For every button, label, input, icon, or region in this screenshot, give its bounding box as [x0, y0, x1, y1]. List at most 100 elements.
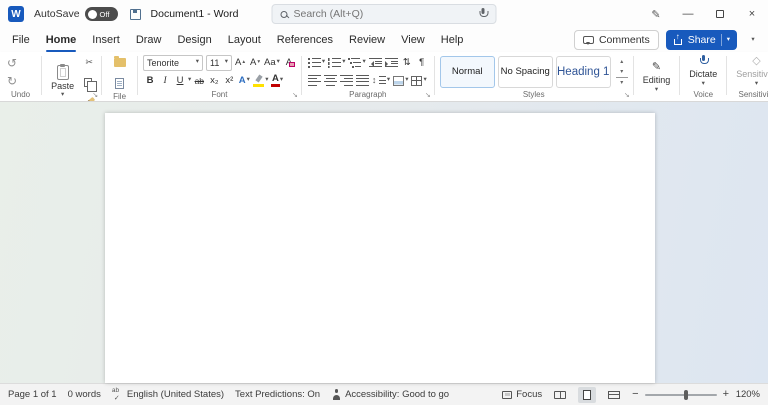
chevron-down-icon: ▾ [265, 77, 268, 84]
font-name-combobox[interactable]: Tenorite▾ [143, 55, 203, 71]
tab-home[interactable]: Home [38, 28, 85, 52]
borders-button[interactable]: ▾ [410, 73, 427, 89]
search-bar[interactable] [272, 4, 497, 24]
zoom-level[interactable]: 120% [735, 389, 760, 400]
file-document-button[interactable] [113, 75, 127, 91]
tab-design[interactable]: Design [169, 28, 219, 52]
page-info[interactable]: Page 1 of 1 [8, 389, 57, 400]
tab-file[interactable]: File [4, 28, 38, 52]
save-icon[interactable] [130, 9, 141, 20]
word-logo-letter: W [11, 9, 20, 20]
autosave-toggle[interactable]: Off [85, 7, 118, 21]
tab-help[interactable]: Help [433, 28, 472, 52]
chevron-down-icon: ▾ [280, 77, 283, 84]
underline-options-chevron[interactable]: ▾ [188, 77, 191, 84]
style-normal[interactable]: Normal [440, 56, 495, 88]
zoom-slider-thumb[interactable] [684, 390, 688, 400]
grow-font-button[interactable]: A▴ [233, 55, 247, 71]
zoom-in-button[interactable]: + [723, 389, 729, 400]
word-count[interactable]: 0 words [68, 389, 101, 400]
increase-indent-button[interactable] [384, 55, 399, 71]
tab-references[interactable]: References [269, 28, 341, 52]
search-input[interactable] [294, 8, 473, 20]
line-spacing-button[interactable]: ▾ [371, 73, 391, 89]
decrease-indent-button[interactable] [368, 55, 383, 71]
sensitivity-button[interactable]: ◇ Sensitivity ▾ [732, 54, 768, 89]
pen-icon[interactable]: ✎ [640, 0, 672, 28]
subscript-button[interactable]: x₂ [207, 73, 221, 89]
tab-review[interactable]: Review [341, 28, 393, 52]
redo-button[interactable]: ↻ [5, 73, 19, 88]
font-size-combobox[interactable]: 11▾ [206, 55, 232, 71]
strikethrough-button[interactable]: ab [192, 73, 206, 89]
open-file-button[interactable] [113, 54, 127, 70]
numbering-button[interactable]: ▾ [327, 55, 346, 71]
show-hide-marks-button[interactable]: ¶ [415, 55, 429, 71]
group-divider [41, 56, 42, 95]
shrink-font-button[interactable]: A▾ [248, 55, 262, 71]
font-color-button[interactable]: A▾ [271, 73, 285, 89]
align-left-button[interactable] [307, 73, 322, 89]
copy-button[interactable] [82, 74, 96, 90]
clear-formatting-button[interactable]: A [282, 55, 296, 71]
chevron-down-icon: ▾ [362, 59, 365, 66]
document-page[interactable] [105, 113, 655, 383]
tab-insert[interactable]: Insert [84, 28, 128, 52]
bullets-button[interactable]: ▾ [307, 55, 326, 71]
font-dialog-launcher[interactable]: ↘ [292, 92, 298, 99]
paste-button[interactable]: Paste ▾ [47, 64, 78, 100]
paragraph-dialog-launcher[interactable]: ↘ [425, 92, 431, 99]
accessibility-status[interactable]: Accessibility: Good to go [331, 389, 449, 400]
sort-button[interactable]: ⇅ [400, 55, 414, 71]
text-predictions-status[interactable]: Text Predictions: On [235, 389, 320, 400]
chevron-down-icon[interactable]: ▾ [727, 37, 730, 44]
group-clipboard: Paste ▾ ✂ Clipboard ↘ [44, 53, 99, 101]
styles-dialog-launcher[interactable]: ↘ [624, 92, 630, 99]
change-case-button[interactable]: Aa▾ [263, 55, 281, 71]
dictate-button[interactable]: Dictate ▾ [685, 54, 721, 89]
zoom-out-button[interactable]: − [632, 389, 638, 400]
document-title: Document1 - Word [151, 8, 239, 20]
underline-button[interactable]: U [173, 73, 187, 89]
editing-button[interactable]: ✎ Editing ▾ [639, 54, 675, 101]
ribbon-options-button[interactable]: ▾ [744, 31, 762, 49]
text-effects-button[interactable]: A▾ [237, 73, 251, 89]
zoom-slider[interactable] [645, 394, 717, 396]
focus-mode-button[interactable]: Focus [502, 389, 542, 400]
text-highlight-button[interactable]: ▾ [252, 73, 269, 89]
align-center-button[interactable] [323, 73, 338, 89]
superscript-button[interactable]: x² [222, 73, 236, 89]
align-right-button[interactable] [339, 73, 354, 89]
read-mode-button[interactable] [551, 387, 569, 403]
tab-view[interactable]: View [393, 28, 433, 52]
style-no-spacing[interactable]: No Spacing [498, 56, 553, 88]
print-layout-button[interactable] [578, 387, 596, 403]
group-editing: ✎ Editing ▾ [636, 53, 678, 101]
justify-button[interactable] [355, 73, 370, 89]
styles-gallery-more-button[interactable]: ▾ [616, 77, 628, 87]
tab-layout[interactable]: Layout [220, 28, 269, 52]
comments-button[interactable]: Comments [574, 30, 659, 50]
minimize-button[interactable]: — [672, 0, 704, 28]
styles-scroll-up-button[interactable]: ▴ [616, 57, 628, 67]
multilevel-list-button[interactable]: ▾ [347, 55, 366, 71]
undo-button[interactable]: ↺ [5, 55, 19, 70]
tab-draw[interactable]: Draw [128, 28, 170, 52]
comment-icon [583, 36, 594, 44]
italic-button[interactable]: I [158, 73, 172, 89]
voice-search-mic-icon[interactable] [479, 8, 488, 20]
share-button[interactable]: Share ▾ [666, 30, 737, 50]
paste-label: Paste [51, 81, 74, 91]
clipboard-dialog-launcher[interactable]: ↘ [92, 92, 98, 99]
web-layout-button[interactable] [605, 387, 623, 403]
autosave-control[interactable]: AutoSave Off [34, 7, 118, 21]
maximize-button[interactable] [704, 0, 736, 28]
shading-button[interactable]: ▾ [392, 73, 409, 89]
cut-button[interactable]: ✂ [82, 54, 96, 70]
style-heading-1[interactable]: Heading 1 [556, 56, 611, 88]
styles-scroll-down-button[interactable]: ▾ [616, 67, 628, 77]
bold-button[interactable]: B [143, 73, 157, 89]
close-button[interactable]: × [736, 0, 768, 28]
language-status[interactable]: English (United States) [112, 389, 224, 400]
group-divider [679, 56, 680, 95]
